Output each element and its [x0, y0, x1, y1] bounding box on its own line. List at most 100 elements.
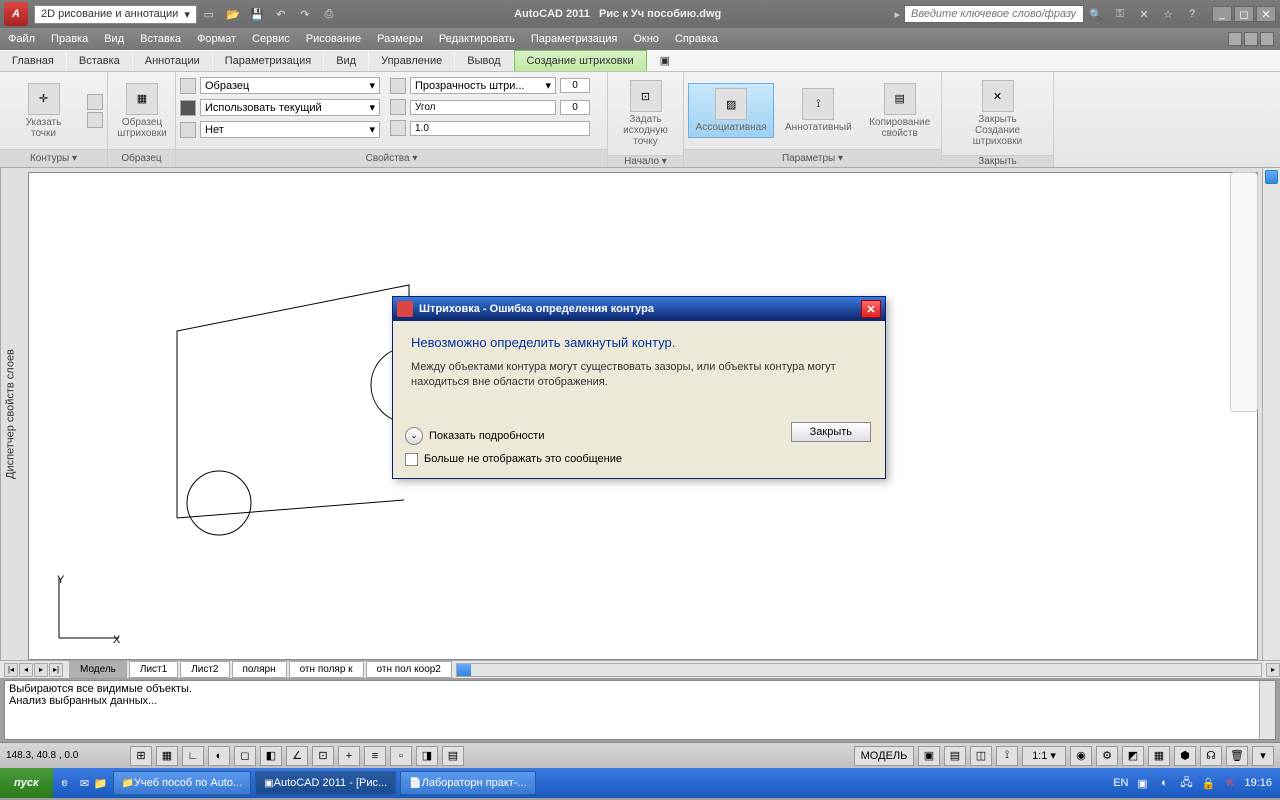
- task-btn-2[interactable]: ▣ AutoCAD 2011 - [Рис...: [255, 771, 396, 795]
- clock[interactable]: 19:16: [1244, 777, 1272, 789]
- cmdline-scrollbar[interactable]: [1259, 681, 1275, 739]
- close-button[interactable]: ✕: [1256, 6, 1276, 22]
- ribbon-tab-main[interactable]: Главная: [0, 51, 66, 71]
- remove-icon[interactable]: [87, 112, 103, 128]
- open-icon[interactable]: 📂: [223, 4, 243, 24]
- dialog-titlebar[interactable]: Штриховка - Ошибка определения контура ✕: [393, 297, 885, 321]
- close-hatch-button[interactable]: ✕ Закрыть Создание штриховки: [946, 76, 1049, 151]
- menu-insert[interactable]: Вставка: [140, 33, 181, 45]
- 3dosnap-icon[interactable]: ◧: [260, 746, 282, 766]
- search-input[interactable]: [904, 5, 1084, 23]
- undo-icon[interactable]: ↶: [271, 4, 291, 24]
- panel-label-origin[interactable]: Начало ▾: [608, 155, 683, 167]
- menu-format[interactable]: Формат: [197, 33, 236, 45]
- menu-service[interactable]: Сервис: [252, 33, 290, 45]
- lwt-icon[interactable]: ≡: [364, 746, 386, 766]
- sc-icon[interactable]: ▤: [442, 746, 464, 766]
- ortho-icon[interactable]: ∟: [182, 746, 204, 766]
- status-icon-b[interactable]: ▤: [944, 746, 966, 766]
- anno-scale-icon[interactable]: ⟟: [996, 746, 1018, 766]
- associative-button[interactable]: ▨ Ассоциативная: [688, 83, 774, 138]
- menu-modify[interactable]: Редактировать: [439, 33, 515, 45]
- select-icon[interactable]: [87, 94, 103, 110]
- menu-edit[interactable]: Правка: [51, 33, 88, 45]
- otrack-icon[interactable]: ∠: [286, 746, 308, 766]
- scrollbar-vertical[interactable]: [1262, 168, 1280, 660]
- panel-label-boundaries[interactable]: Контуры ▾: [0, 149, 107, 167]
- app-logo[interactable]: A: [4, 2, 28, 26]
- pattern-button[interactable]: ▦ Образец штриховки: [112, 79, 172, 143]
- annotative-button[interactable]: ⟟ Аннотативный: [778, 84, 858, 137]
- scroll-right[interactable]: ▸: [1266, 663, 1280, 677]
- ribbon-tab-hatch[interactable]: Создание штриховки: [514, 50, 647, 71]
- snap-icon[interactable]: ⊞: [130, 746, 152, 766]
- ribbon-tab-param[interactable]: Параметризация: [213, 51, 323, 71]
- ie-icon[interactable]: e: [57, 775, 73, 791]
- status-icon-g[interactable]: ▦: [1148, 746, 1170, 766]
- exchange-icon[interactable]: ✕: [1134, 4, 1154, 24]
- new-icon[interactable]: ▭: [199, 4, 219, 24]
- menu-dimension[interactable]: Размеры: [377, 33, 423, 45]
- mail-icon[interactable]: ✉: [77, 775, 93, 791]
- command-line[interactable]: Выбираются все видимые объекты. Анализ в…: [4, 680, 1276, 740]
- ribbon-tab-manage[interactable]: Управление: [369, 51, 454, 71]
- layer-manager-rail[interactable]: Диспетчер свойств слоев: [0, 168, 20, 660]
- ribbon-tab-output[interactable]: Вывод: [455, 51, 512, 71]
- polar-icon[interactable]: ◐: [208, 746, 230, 766]
- lang-indicator[interactable]: EN: [1113, 777, 1128, 789]
- menu-draw[interactable]: Рисование: [306, 33, 361, 45]
- status-icon-h[interactable]: ⬢: [1174, 746, 1196, 766]
- binoculars-icon[interactable]: 🔍: [1086, 4, 1106, 24]
- scale-input[interactable]: [410, 121, 590, 136]
- layout-tab-sheet2[interactable]: Лист2: [180, 661, 229, 678]
- scrollbar-horizontal[interactable]: [456, 663, 1262, 677]
- minimize-button[interactable]: _: [1212, 6, 1232, 22]
- status-icon-d[interactable]: ◉: [1070, 746, 1092, 766]
- details-label[interactable]: Показать подробности: [429, 430, 544, 442]
- task-btn-3[interactable]: 📄 Лабораторн практ-...: [400, 771, 535, 795]
- ribbon-tab-annot[interactable]: Аннотации: [133, 51, 212, 71]
- anno-scale-dropdown[interactable]: 1:1 ▾: [1022, 746, 1066, 766]
- menu-window[interactable]: Окно: [633, 33, 659, 45]
- workspace-dropdown[interactable]: 2D рисование и аннотации ▾: [34, 5, 197, 24]
- dialog-close-btn[interactable]: Закрыть: [791, 422, 871, 442]
- redo-icon[interactable]: ↷: [295, 4, 315, 24]
- doc-close[interactable]: [1260, 32, 1274, 46]
- layout-tab-rel-polar[interactable]: отн поляр к: [289, 661, 364, 678]
- layout-tab-polar[interactable]: полярн: [232, 661, 287, 678]
- status-icon-f[interactable]: ◩: [1122, 746, 1144, 766]
- set-origin-button[interactable]: ⊡ Задать исходную точку: [612, 76, 679, 151]
- tab-prev[interactable]: ◂: [19, 663, 33, 677]
- grid-icon[interactable]: ▦: [156, 746, 178, 766]
- navigation-cube[interactable]: [1230, 172, 1258, 412]
- tray-icon-4[interactable]: 🔒: [1200, 775, 1216, 791]
- dyn-icon[interactable]: +: [338, 746, 360, 766]
- menu-view[interactable]: Вид: [104, 33, 124, 45]
- print-icon[interactable]: ⎙: [319, 4, 339, 24]
- tpy-icon[interactable]: ▫: [390, 746, 412, 766]
- ducs-icon[interactable]: ⊡: [312, 746, 334, 766]
- task-btn-1[interactable]: 📁 Учеб пособ по Auto...: [113, 771, 252, 795]
- transparency-input[interactable]: [560, 78, 590, 93]
- angle-input[interactable]: [560, 100, 590, 115]
- tab-first[interactable]: |◂: [4, 663, 18, 677]
- start-button[interactable]: пуск: [0, 768, 53, 798]
- tray-icon-3[interactable]: 🖧: [1178, 775, 1194, 791]
- status-icon-e[interactable]: ⚙: [1096, 746, 1118, 766]
- layout-tab-model[interactable]: Модель: [69, 661, 127, 678]
- star-icon[interactable]: ☆: [1158, 4, 1178, 24]
- panel-label-properties[interactable]: Свойства ▾: [176, 149, 607, 167]
- ribbon-tab-insert[interactable]: Вставка: [67, 51, 132, 71]
- dialog-close-button[interactable]: ✕: [861, 300, 881, 318]
- tab-next[interactable]: ▸: [34, 663, 48, 677]
- key-icon[interactable]: ⚿: [1110, 4, 1130, 24]
- expand-details-button[interactable]: ⌄: [405, 427, 423, 445]
- status-icon-a[interactable]: ▣: [918, 746, 940, 766]
- tray-icon-1[interactable]: ▣: [1134, 775, 1150, 791]
- osnap-icon[interactable]: ◻: [234, 746, 256, 766]
- match-props-button[interactable]: ▤ Копирование свойств: [862, 79, 937, 143]
- menu-param[interactable]: Параметризация: [531, 33, 617, 45]
- tray-icon-2[interactable]: ◐: [1156, 775, 1172, 791]
- status-icon-j[interactable]: 🗑: [1226, 746, 1248, 766]
- tab-last[interactable]: ▸|: [49, 663, 63, 677]
